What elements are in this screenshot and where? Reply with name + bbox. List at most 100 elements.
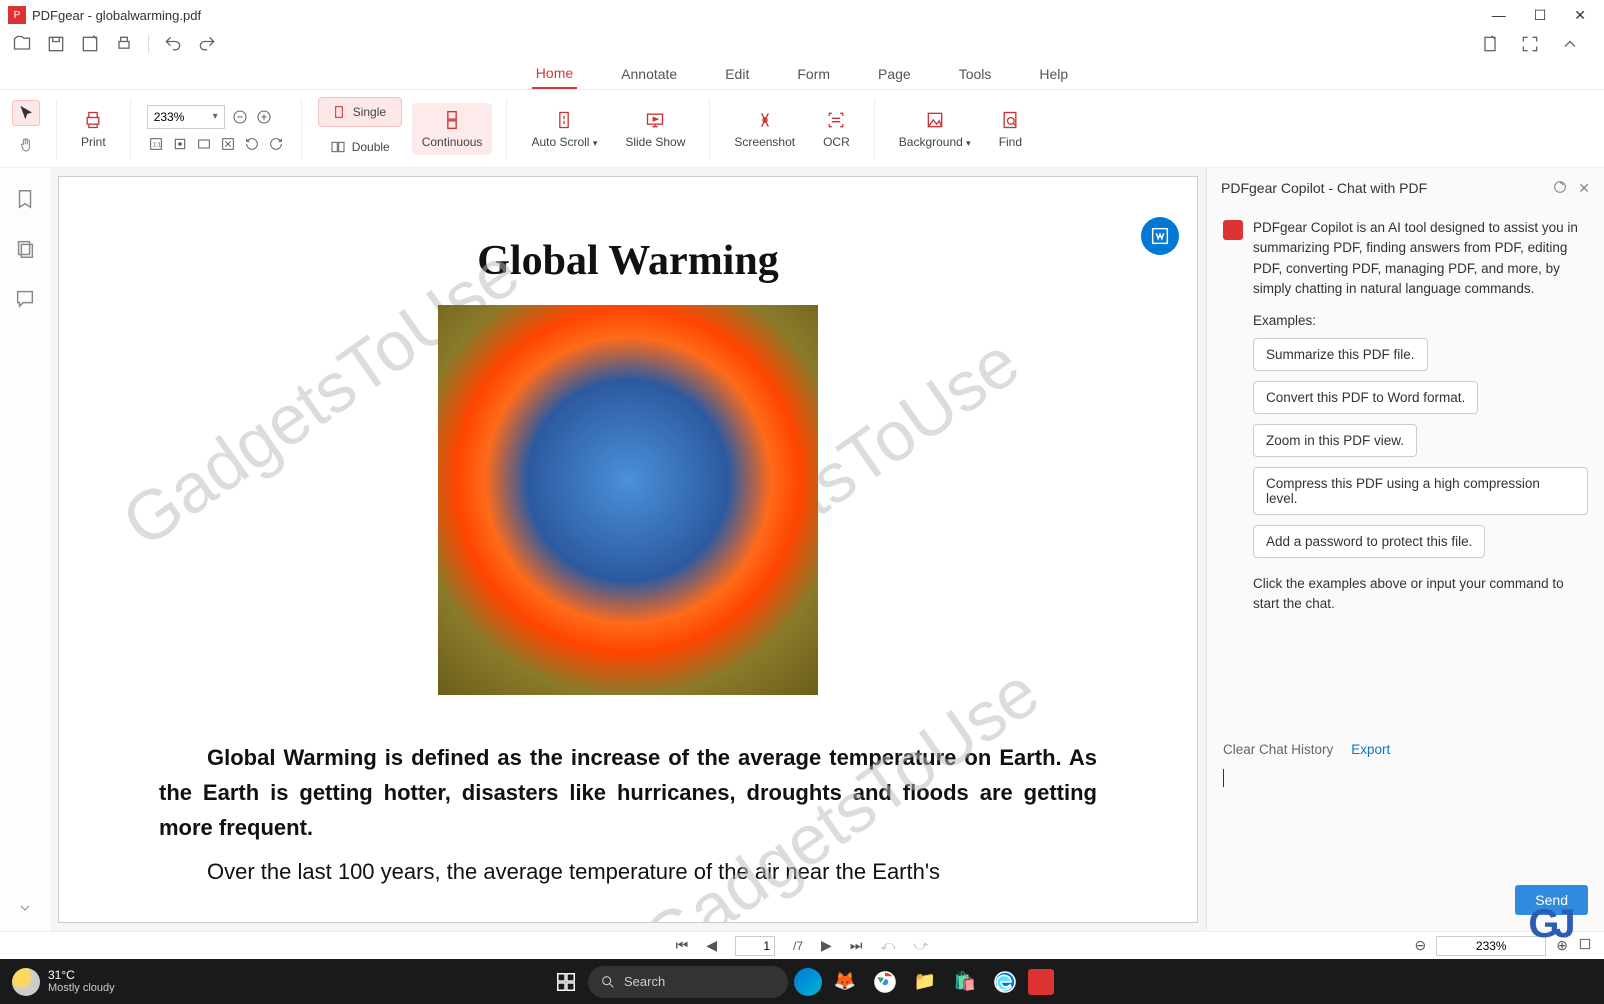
screenshot-icon bbox=[754, 109, 776, 131]
undo-icon[interactable] bbox=[163, 34, 183, 54]
example-summarize[interactable]: Summarize this PDF file. bbox=[1253, 338, 1428, 371]
next-page-button[interactable]: ▶ bbox=[821, 937, 832, 954]
zoom-input[interactable]: 233%▾ bbox=[147, 105, 225, 129]
single-page-button[interactable]: Single bbox=[318, 97, 402, 127]
example-password[interactable]: Add a password to protect this file. bbox=[1253, 525, 1485, 558]
ocr-button[interactable]: OCR bbox=[813, 103, 860, 155]
taskbar-store-icon[interactable]: 🛍️ bbox=[948, 965, 982, 999]
zoom-out-bottom-icon[interactable]: ⊖ bbox=[1415, 937, 1427, 954]
fullscreen-icon[interactable] bbox=[1520, 34, 1540, 54]
separator bbox=[130, 99, 131, 159]
tab-page[interactable]: Page bbox=[874, 60, 915, 88]
zoom-in-icon[interactable] bbox=[255, 108, 273, 126]
print-quick-icon[interactable] bbox=[114, 34, 134, 54]
tab-annotate[interactable]: Annotate bbox=[617, 60, 681, 88]
find-button[interactable]: Find bbox=[989, 103, 1032, 155]
window-title: PDFgear - globalwarming.pdf bbox=[32, 8, 201, 23]
example-convert[interactable]: Convert this PDF to Word format. bbox=[1253, 381, 1478, 414]
select-tool[interactable] bbox=[12, 100, 40, 126]
copilot-refresh-icon[interactable] bbox=[1552, 179, 1568, 198]
continuous-button[interactable]: Continuous bbox=[412, 103, 493, 155]
copilot-intro-text: PDFgear Copilot is an AI tool designed t… bbox=[1253, 218, 1588, 299]
prev-page-button[interactable]: ◀ bbox=[706, 937, 717, 954]
examples-label: Examples: bbox=[1253, 313, 1588, 328]
copilot-input[interactable] bbox=[1223, 765, 1588, 885]
document-viewer[interactable]: GadgetsToUse GadgetsToUse GadgetsToUse G… bbox=[50, 168, 1206, 931]
thumbnails-icon[interactable] bbox=[14, 238, 36, 260]
rotate-right-icon[interactable] bbox=[267, 135, 285, 153]
rotate-left-icon[interactable] bbox=[243, 135, 261, 153]
fit-page-icon[interactable] bbox=[171, 135, 189, 153]
prev-view-button[interactable]: ⤺ bbox=[880, 937, 895, 954]
bot-avatar-icon bbox=[1223, 220, 1243, 240]
document-paragraph-1: Global Warming is defined as the increas… bbox=[159, 740, 1097, 846]
taskbar-search[interactable]: Search bbox=[588, 966, 788, 998]
fit-mode-icon[interactable] bbox=[1578, 937, 1592, 954]
maximize-button[interactable]: ☐ bbox=[1534, 7, 1547, 24]
save-as-icon[interactable] bbox=[80, 34, 100, 54]
find-icon bbox=[999, 109, 1021, 131]
double-page-button[interactable]: Double bbox=[318, 133, 402, 161]
weather-condition: Mostly cloudy bbox=[48, 982, 115, 994]
tab-help[interactable]: Help bbox=[1035, 60, 1072, 88]
pdf-page: GadgetsToUse GadgetsToUse GadgetsToUse G… bbox=[58, 176, 1198, 923]
taskbar-firefox-icon[interactable]: 🦊 bbox=[828, 965, 862, 999]
quick-access-bar bbox=[0, 30, 1604, 58]
taskbar: 31°C Mostly cloudy Search 🦊 📁 🛍️ bbox=[0, 959, 1604, 1004]
zoom-display[interactable]: 233% bbox=[1436, 936, 1546, 956]
close-button[interactable]: ✕ bbox=[1574, 7, 1586, 24]
hand-tool[interactable] bbox=[12, 132, 40, 158]
convert-to-word-button[interactable] bbox=[1141, 217, 1179, 255]
auto-scroll-button[interactable]: Auto Scroll ▾ bbox=[521, 103, 607, 155]
fit-width-icon[interactable] bbox=[195, 135, 213, 153]
separator bbox=[301, 99, 302, 159]
share-icon[interactable] bbox=[1480, 34, 1500, 54]
page-number-input[interactable] bbox=[735, 936, 775, 956]
actual-size-icon[interactable]: 1:1 bbox=[147, 135, 165, 153]
save-icon[interactable] bbox=[46, 34, 66, 54]
screenshot-button[interactable]: Screenshot bbox=[724, 103, 805, 155]
comments-icon[interactable] bbox=[14, 288, 36, 310]
collapse-sidebar-icon[interactable] bbox=[17, 900, 33, 921]
zoom-in-bottom-icon[interactable]: ⊕ bbox=[1556, 937, 1568, 954]
ocr-icon bbox=[825, 109, 847, 131]
bookmark-icon[interactable] bbox=[14, 188, 36, 210]
separator bbox=[709, 99, 710, 159]
document-title: Global Warming bbox=[159, 237, 1097, 285]
example-compress[interactable]: Compress this PDF using a high compressi… bbox=[1253, 467, 1588, 515]
tab-home[interactable]: Home bbox=[532, 59, 577, 89]
taskbar-edge-icon[interactable] bbox=[988, 965, 1022, 999]
tab-tools[interactable]: Tools bbox=[955, 60, 996, 88]
auto-scroll-icon bbox=[553, 109, 575, 131]
tab-edit[interactable]: Edit bbox=[721, 60, 753, 88]
separator bbox=[874, 99, 875, 159]
taskbar-pdfgear-icon[interactable] bbox=[1028, 969, 1054, 995]
left-sidebar bbox=[0, 168, 50, 931]
separator bbox=[506, 99, 507, 159]
print-button[interactable]: Print bbox=[71, 103, 116, 155]
weather-temp: 31°C bbox=[48, 969, 115, 982]
background-icon bbox=[924, 109, 946, 131]
tab-form[interactable]: Form bbox=[793, 60, 834, 88]
zoom-out-icon[interactable] bbox=[231, 108, 249, 126]
clear-chat-link[interactable]: Clear Chat History bbox=[1223, 742, 1333, 757]
copilot-close-icon[interactable]: ✕ bbox=[1578, 180, 1590, 197]
redo-icon[interactable] bbox=[197, 34, 217, 54]
next-view-button[interactable]: ⤻ bbox=[913, 937, 928, 954]
example-zoom[interactable]: Zoom in this PDF view. bbox=[1253, 424, 1417, 457]
collapse-ribbon-icon[interactable] bbox=[1560, 34, 1580, 54]
taskbar-chrome-icon[interactable] bbox=[868, 965, 902, 999]
taskbar-files-icon[interactable]: 📁 bbox=[908, 965, 942, 999]
weather-widget[interactable]: 31°C Mostly cloudy bbox=[12, 968, 115, 996]
taskbar-copilot-icon[interactable] bbox=[794, 968, 822, 996]
background-button[interactable]: Background ▾ bbox=[889, 103, 981, 155]
send-button[interactable]: Send bbox=[1515, 885, 1588, 915]
start-button[interactable] bbox=[550, 966, 582, 998]
open-icon[interactable] bbox=[12, 34, 32, 54]
last-page-button[interactable]: ⏭ bbox=[850, 937, 863, 954]
fit-visible-icon[interactable] bbox=[219, 135, 237, 153]
export-chat-link[interactable]: Export bbox=[1351, 742, 1390, 757]
first-page-button[interactable]: ⏮ bbox=[676, 937, 689, 954]
minimize-button[interactable]: — bbox=[1492, 7, 1506, 24]
slide-show-button[interactable]: Slide Show bbox=[615, 103, 695, 155]
